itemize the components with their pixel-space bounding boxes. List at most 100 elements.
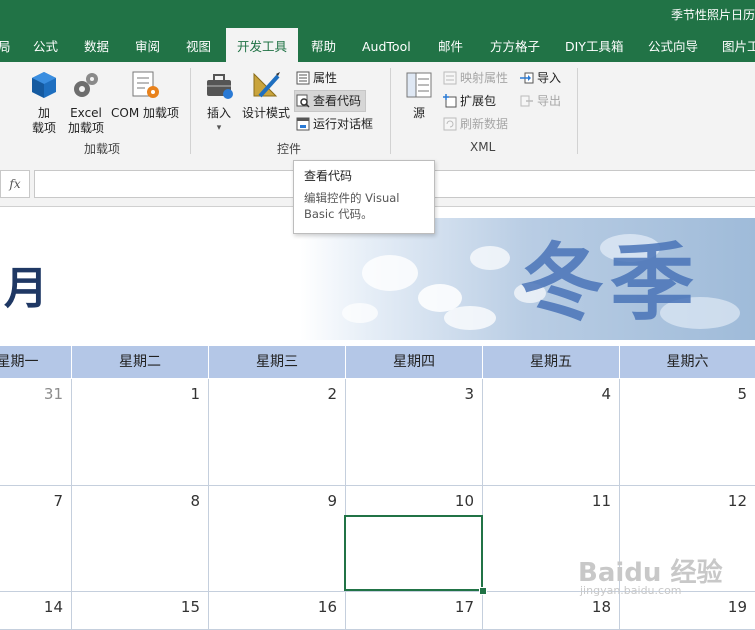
tab-diy-toolbox[interactable]: DIY工具箱 [565, 28, 623, 62]
calendar-cell[interactable]: 1 [72, 379, 209, 486]
date-number: 11 [591, 492, 611, 510]
com-addins-label: COM 加载项 [111, 106, 179, 120]
magnifier-code-icon [296, 94, 310, 108]
run-dialog-button[interactable]: 运行对话框 [296, 114, 373, 134]
tab-picture-tools[interactable]: 图片工 [722, 28, 755, 62]
export-button[interactable]: 导出 [520, 91, 561, 111]
tab-view[interactable]: 视图 [186, 28, 211, 62]
month-title: 月 [4, 263, 48, 314]
excel-addins-button[interactable]: Excel 加载项 [66, 70, 106, 136]
expansion-packs-button[interactable]: 扩展包 [443, 91, 496, 111]
import-icon [520, 71, 534, 85]
calendar-cell[interactable]: 2 [209, 379, 346, 486]
tab-layout[interactable]: 局 [0, 28, 11, 62]
refresh-data-button[interactable]: 刷新数据 [443, 114, 508, 134]
window-title: 季节性照片日历 [670, 8, 755, 22]
view-code-label: 查看代码 [313, 94, 362, 108]
dialog-icon [296, 117, 310, 131]
cube-icon [26, 70, 62, 104]
properties-label: 属性 [313, 71, 338, 85]
calendar-cell[interactable]: 7 [0, 486, 72, 592]
excel-addins-label: Excel 加载项 [67, 106, 104, 135]
view-code-tooltip: 查看代码 编辑控件的 Visual Basic 代码。 [293, 160, 435, 234]
banner-season-text: 冬季 [520, 234, 701, 332]
day-header-friday[interactable]: 星期五 [483, 346, 620, 378]
group-divider [190, 68, 191, 154]
properties-button[interactable]: 属性 [296, 68, 337, 88]
calendar-cell[interactable]: 18 [483, 592, 620, 630]
com-addins-button[interactable]: COM 加载项 [108, 70, 182, 121]
ribbon-tabs: 局 公式 数据 审阅 视图 开发工具 帮助 AudTool 邮件 方方格子 DI… [0, 28, 755, 62]
title-bar: 季节性照片日历 [0, 0, 755, 28]
tab-help[interactable]: 帮助 [311, 28, 336, 62]
calendar-cell[interactable]: 31 [0, 379, 72, 486]
tab-review[interactable]: 审阅 [135, 28, 160, 62]
calendar-cell[interactable]: 9 [209, 486, 346, 592]
tab-mail[interactable]: 邮件 [438, 28, 463, 62]
toolbox-icon [202, 70, 236, 104]
day-header-wednesday[interactable]: 星期三 [209, 346, 346, 378]
day-header-tuesday[interactable]: 星期二 [72, 346, 209, 378]
expansion-pack-icon [443, 94, 457, 108]
export-label: 导出 [537, 94, 562, 108]
ruler-pencil-icon [240, 70, 292, 104]
calendar-cell[interactable]: 14 [0, 592, 72, 630]
refresh-data-label: 刷新数据 [460, 117, 509, 131]
run-dialog-label: 运行对话框 [313, 117, 374, 131]
calendar-cell[interactable]: 16 [209, 592, 346, 630]
design-mode-label: 设计模式 [241, 106, 290, 120]
calendar-cell[interactable]: 4 [483, 379, 620, 486]
insert-control-button[interactable]: 插入 ▾ [202, 70, 236, 136]
date-number: 4 [601, 385, 611, 403]
dropdown-arrow-icon: ▾ [216, 123, 222, 133]
expansion-packs-label: 扩展包 [460, 94, 497, 108]
addins-button[interactable]: 加 载项 [26, 70, 62, 136]
calendar-cell[interactable]: 15 [72, 592, 209, 630]
properties-icon [296, 71, 310, 85]
insert-function-button[interactable]: fx [0, 170, 30, 198]
tab-audtool[interactable]: AudTool [362, 28, 411, 62]
group-divider [390, 68, 391, 154]
map-properties-icon [443, 71, 457, 85]
day-header-thursday[interactable]: 星期四 [346, 346, 483, 378]
export-icon [520, 94, 534, 108]
tab-formulas[interactable]: 公式 [33, 28, 58, 62]
selected-cell-border[interactable] [344, 515, 483, 591]
addins-group-label: 加载项 [84, 142, 121, 156]
baidu-watermark-url: jingyan.baidu.com [580, 584, 682, 597]
date-number: 1 [190, 385, 200, 403]
date-number: 18 [591, 598, 611, 616]
day-header-monday[interactable]: 星期一 [0, 346, 72, 378]
map-properties-button[interactable]: 映射属性 [443, 68, 508, 88]
view-code-button[interactable]: 查看代码 [294, 90, 367, 112]
group-divider [577, 68, 578, 154]
tab-data[interactable]: 数据 [84, 28, 109, 62]
day-header-saturday[interactable]: 星期六 [620, 346, 755, 378]
fill-handle[interactable] [479, 587, 487, 595]
ribbon-panel: 加 载项 Excel 加载项 COM 加载项 加载项 插入 ▾ 设计模式 属性 … [0, 62, 755, 159]
calendar-cell[interactable]: 5 [620, 379, 755, 486]
tab-developer[interactable]: 开发工具 [226, 28, 298, 62]
date-number: 17 [454, 598, 474, 616]
date-number: 5 [737, 385, 747, 403]
com-list-gear-icon [108, 70, 182, 104]
tab-formula-wizard[interactable]: 公式向导 [648, 28, 698, 62]
calendar-cell[interactable]: 17 [346, 592, 483, 630]
calendar-cell[interactable]: 19 [620, 592, 755, 630]
insert-label: 插入 [206, 106, 231, 120]
xml-group-label: XML [470, 140, 496, 154]
date-number: 15 [180, 598, 200, 616]
calendar-cell[interactable]: 3 [346, 379, 483, 486]
date-number: 12 [727, 492, 747, 510]
tab-fangfang[interactable]: 方方格子 [490, 28, 540, 62]
date-number: 8 [190, 492, 200, 510]
addins-label: 加 载项 [31, 106, 56, 135]
date-number: 2 [327, 385, 337, 403]
map-properties-label: 映射属性 [460, 71, 509, 85]
date-number: 14 [43, 598, 63, 616]
xml-source-button[interactable]: 源 [402, 70, 436, 121]
date-number: 16 [317, 598, 337, 616]
import-button[interactable]: 导入 [520, 68, 561, 88]
calendar-cell[interactable]: 8 [72, 486, 209, 592]
design-mode-button[interactable]: 设计模式 [240, 70, 292, 121]
